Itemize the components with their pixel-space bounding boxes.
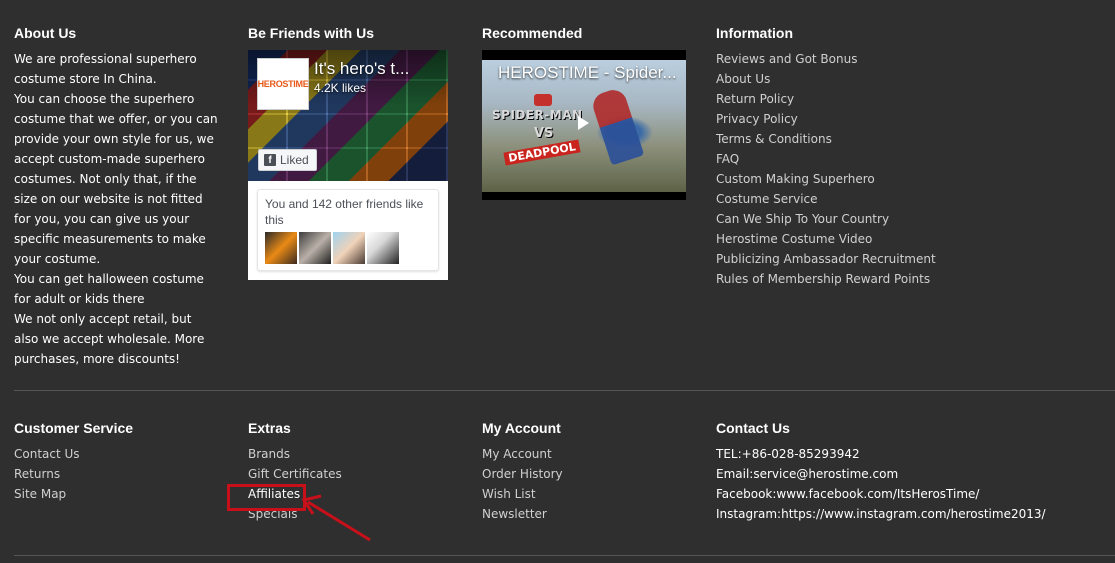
- friend-avatar[interactable]: [367, 232, 399, 264]
- custom-making-link[interactable]: Custom Making Superhero Costume Service: [716, 172, 875, 206]
- recommended-video[interactable]: HEROSTIME - Spider... SPIDER-MAN VS DEAD…: [482, 50, 686, 200]
- facebook-page-widget[interactable]: HEROSTIME It's hero's t... 4.2K likes f …: [248, 50, 448, 280]
- herostime-logo[interactable]: HEROSTIME: [257, 58, 309, 110]
- wish-list-link[interactable]: Wish List: [482, 487, 536, 501]
- site-map-link[interactable]: Site Map: [14, 487, 66, 501]
- footer-link-item: Newsletter: [482, 504, 697, 524]
- extras-heading: Extras: [248, 420, 291, 436]
- about-line: We are professional superhero costume st…: [14, 52, 197, 86]
- contact-email[interactable]: Email:service@herostime.com: [716, 464, 1106, 484]
- facebook-like-count: 4.2K likes: [314, 81, 367, 95]
- my-account-heading: My Account: [482, 420, 561, 436]
- facebook-page-name[interactable]: It's hero's t...: [314, 59, 409, 79]
- about-line: You can choose the superhero costume tha…: [14, 92, 218, 266]
- footer-link-item: Contact Us: [14, 444, 229, 464]
- about-line: We not only accept retail, but also we a…: [14, 312, 205, 366]
- my-account-link[interactable]: My Account: [482, 447, 552, 461]
- video-overlay-text: VS: [534, 126, 554, 141]
- footer-link-item: Wish List: [482, 484, 697, 504]
- contact-facebook[interactable]: Facebook:www.facebook.com/ItsHerosTime/: [716, 484, 1106, 504]
- order-history-link[interactable]: Order History: [482, 467, 563, 481]
- customer-service-heading: Customer Service: [14, 420, 134, 436]
- footer-link-item: FAQ: [716, 149, 931, 169]
- be-friends-section: Be Friends with Us: [248, 23, 463, 43]
- terms-link[interactable]: Terms & Conditions: [716, 132, 832, 146]
- about-line: You can get halloween costume for adult …: [14, 272, 204, 306]
- footer-link-item: Order History: [482, 464, 697, 484]
- return-policy-link[interactable]: Return Policy: [716, 92, 794, 106]
- footer-link-item: About Us: [716, 69, 931, 89]
- youtube-icon: [534, 94, 552, 106]
- contact-phone: TEL:+86-028-85293942: [716, 447, 860, 461]
- facebook-friends-text: You and 142 other friends like this: [265, 197, 424, 227]
- about-us-section: About Us We are professional superhero c…: [14, 23, 229, 369]
- video-title[interactable]: HEROSTIME - Spider...: [498, 63, 677, 83]
- contact-us-heading: Contact Us: [716, 420, 790, 436]
- recommended-section: Recommended: [482, 23, 697, 43]
- contact-us-link[interactable]: Contact Us: [14, 447, 80, 461]
- customer-service-links: Contact Us Returns Site Map: [14, 444, 229, 504]
- footer-link-item: Custom Making Superhero Costume Service: [716, 169, 926, 209]
- reward-points-link[interactable]: Rules of Membership Reward Points: [716, 272, 930, 286]
- footer-link-item: Site Map: [14, 484, 229, 504]
- footer-link-item: Privacy Policy: [716, 109, 931, 129]
- costume-video-link[interactable]: Herostime Costume Video: [716, 232, 872, 246]
- about-us-link[interactable]: About Us: [716, 72, 770, 86]
- about-us-text: We are professional superhero costume st…: [14, 49, 219, 369]
- footer-link-item: Can We Ship To Your Country: [716, 209, 931, 229]
- information-heading: Information: [716, 25, 793, 41]
- about-us-heading: About Us: [14, 25, 77, 41]
- faq-link[interactable]: FAQ: [716, 152, 739, 166]
- recommended-heading: Recommended: [482, 25, 583, 41]
- gift-certificates-link[interactable]: Gift Certificates: [248, 467, 342, 481]
- footer-divider: [14, 390, 1115, 391]
- brands-link[interactable]: Brands: [248, 447, 290, 461]
- privacy-policy-link[interactable]: Privacy Policy: [716, 112, 798, 126]
- footer-link-item: Returns: [14, 464, 229, 484]
- friend-avatar[interactable]: [333, 232, 365, 264]
- my-account-section: My Account My Account Order History Wish…: [482, 418, 697, 524]
- footer-link-item: Terms & Conditions: [716, 129, 931, 149]
- my-account-links: My Account Order History Wish List Newsl…: [482, 444, 697, 524]
- reviews-link[interactable]: Reviews and Got Bonus: [716, 52, 857, 66]
- shipping-countries-link[interactable]: Can We Ship To Your Country: [716, 212, 889, 226]
- annotation-highlight-box: [227, 484, 306, 511]
- liked-label: Liked: [280, 153, 309, 167]
- be-friends-heading: Be Friends with Us: [248, 25, 375, 41]
- returns-link[interactable]: Returns: [14, 467, 60, 481]
- footer-link-item: Brands: [248, 444, 463, 464]
- information-links: Reviews and Got Bonus About Us Return Po…: [716, 49, 936, 289]
- contact-details: TEL:+86-028-85293942 Email:service@heros…: [716, 444, 1106, 524]
- footer-link-item: Publicizing Ambassador Recruitment: [716, 249, 936, 269]
- friend-avatar[interactable]: [265, 232, 297, 264]
- footer-link-item: Rules of Membership Reward Points: [716, 269, 931, 289]
- video-overlay-text: SPIDER-MAN: [492, 108, 583, 122]
- ambassador-link[interactable]: Publicizing Ambassador Recruitment: [716, 252, 936, 266]
- friend-avatar[interactable]: [299, 232, 331, 264]
- footer-link-item: Herostime Costume Video: [716, 229, 931, 249]
- customer-service-section: Customer Service Contact Us Returns Site…: [14, 418, 229, 504]
- footer-link-item: Return Policy: [716, 89, 931, 109]
- facebook-liked-button[interactable]: f Liked: [258, 149, 317, 171]
- facebook-friend-avatars: [265, 232, 399, 264]
- facebook-friends-box: You and 142 other friends like this: [257, 189, 439, 271]
- information-section: Information Reviews and Got Bonus About …: [716, 23, 936, 289]
- footer-link-item: My Account: [482, 444, 697, 464]
- footer-link-item: Gift Certificates: [248, 464, 463, 484]
- facebook-f-icon: f: [264, 154, 276, 166]
- play-icon[interactable]: [578, 116, 589, 130]
- footer-link-item: Reviews and Got Bonus: [716, 49, 931, 69]
- contact-us-section: Contact Us TEL:+86-028-85293942 Email:se…: [716, 418, 1106, 524]
- contact-instagram[interactable]: Instagram:https://www.instagram.com/hero…: [716, 504, 1106, 524]
- newsletter-link[interactable]: Newsletter: [482, 507, 547, 521]
- footer-divider-bottom: [14, 555, 1115, 556]
